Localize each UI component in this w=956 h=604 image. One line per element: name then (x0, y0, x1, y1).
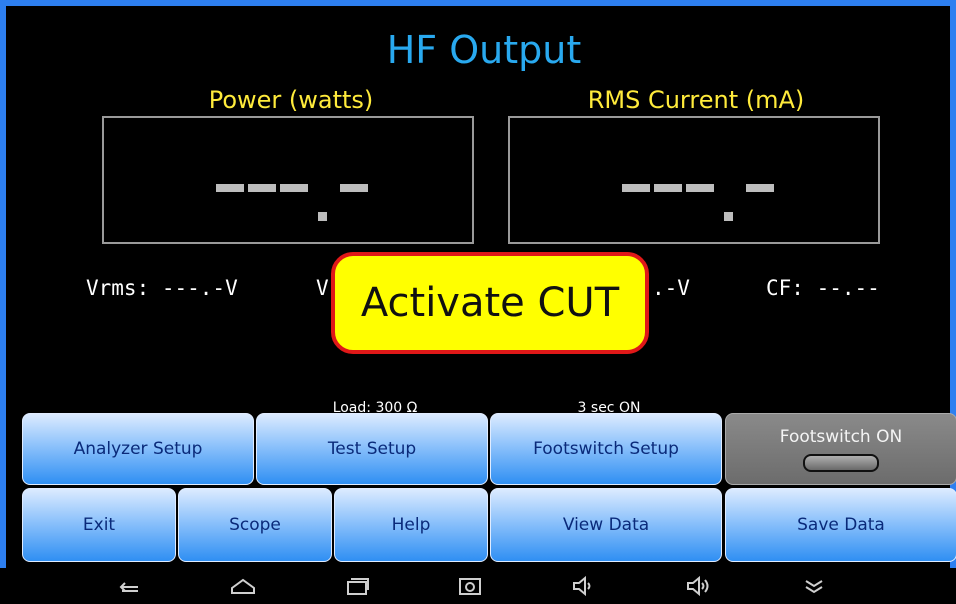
vpp-readout: .-V (652, 276, 690, 300)
decimal-point (318, 212, 327, 221)
help-button[interactable]: Help (334, 488, 488, 562)
back-icon[interactable] (118, 574, 144, 598)
vrms-readout: Vrms: ---.-V (86, 276, 238, 300)
volume-up-icon[interactable] (686, 574, 712, 598)
vpeak-readout: V (316, 276, 329, 300)
current-meter-label: RMS Current (mA) (587, 86, 805, 114)
home-icon[interactable] (230, 574, 256, 598)
footswitch-on-toggle[interactable]: Footswitch ON (725, 413, 956, 485)
segment-dash (622, 184, 650, 192)
collapse-icon[interactable] (801, 574, 827, 598)
power-meter-label: Power (watts) (208, 86, 374, 114)
scope-button[interactable]: Scope (178, 488, 332, 562)
exit-button[interactable]: Exit (22, 488, 176, 562)
test-setup-button[interactable]: Test Setup (256, 413, 488, 485)
decimal-point (724, 212, 733, 221)
toggle-switch-icon[interactable] (803, 453, 879, 472)
segment-dash (280, 184, 308, 192)
screenshot-icon[interactable] (457, 574, 483, 598)
segment-dash (216, 184, 244, 192)
segment-dash (340, 184, 368, 192)
app-frame: HF Output Power (watts) RMS Current (mA)… (0, 0, 956, 568)
segment-dash (654, 184, 682, 192)
footswitch-setup-button[interactable]: Footswitch Setup (490, 413, 722, 485)
analyzer-setup-button[interactable]: Analyzer Setup (22, 413, 254, 485)
android-nav-bar (0, 568, 956, 604)
footswitch-on-label: Footswitch ON (779, 426, 903, 447)
recents-icon[interactable] (344, 574, 370, 598)
segment-dash (686, 184, 714, 192)
volume-down-icon[interactable] (571, 574, 597, 598)
page-title: HF Output (386, 28, 582, 72)
crest-factor-readout: CF: --.-- (766, 276, 880, 300)
segment-dash (746, 184, 774, 192)
view-data-button[interactable]: View Data (490, 488, 722, 562)
current-meter-display (508, 116, 880, 244)
segment-dash (248, 184, 276, 192)
save-data-button[interactable]: Save Data (725, 488, 956, 562)
activate-cut-toast: Activate CUT (331, 252, 649, 354)
power-meter-display (102, 116, 474, 244)
